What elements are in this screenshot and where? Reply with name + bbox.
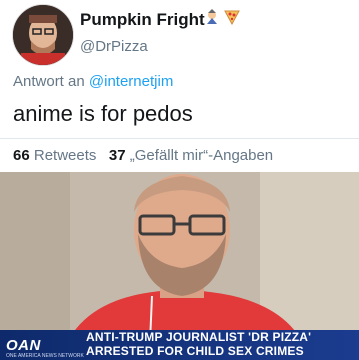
tweet-stats: 66 Retweets 37 „Gefällt mir“-Angaben: [13, 147, 273, 164]
reply-context: Antwort an @internetjim: [13, 73, 173, 90]
user-handle[interactable]: @DrPizza: [80, 38, 148, 55]
name-emoji-group: [204, 9, 240, 26]
network-logo: OAN: [6, 337, 41, 354]
reply-prefix: Antwort an: [13, 73, 85, 90]
display-name[interactable]: Pumpkin Fright: [80, 10, 205, 30]
network-tagline: ONE AMERICA NEWS NETWORK: [6, 353, 84, 359]
person-in-costume-emoji-icon: [204, 9, 220, 25]
likes-label[interactable]: „Gefällt mir“-Angaben: [130, 147, 273, 164]
retweets-count[interactable]: 66: [13, 147, 30, 164]
tweet-text: anime is for pedos: [13, 101, 193, 126]
headline-line-1: ANTI-TRUMP JOURNALIST 'DR PIZZA': [86, 330, 312, 344]
divider: [0, 138, 359, 139]
retweets-label[interactable]: Retweets: [34, 147, 97, 164]
news-lower-third-banner: OAN ONE AMERICA NEWS NETWORK ANTI-TRUMP …: [0, 330, 359, 360]
avatar[interactable]: [12, 4, 74, 66]
tweet-header: Pumpkin Fright @DrPizza: [0, 0, 359, 70]
pizza-icon: [224, 9, 240, 26]
headline-line-2: ARRESTED FOR CHILD SEX CRIMES: [86, 344, 304, 358]
reply-target-link[interactable]: @internetjim: [89, 73, 173, 90]
likes-count[interactable]: 37: [109, 147, 126, 164]
tweet-media-image[interactable]: OAN ONE AMERICA NEWS NETWORK ANTI-TRUMP …: [0, 172, 359, 360]
